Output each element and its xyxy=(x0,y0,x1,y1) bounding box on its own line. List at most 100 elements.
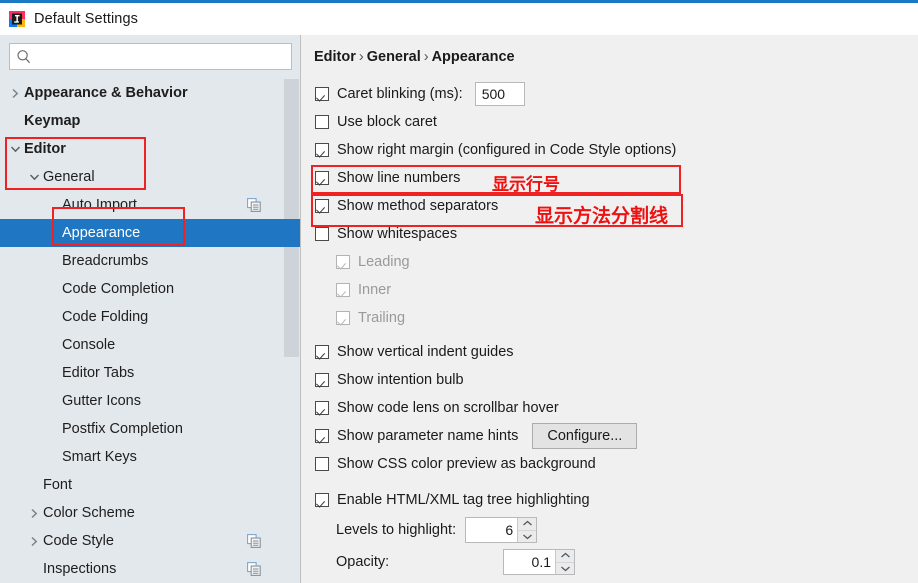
breadcrumb-part: Appearance xyxy=(431,49,515,65)
sidebar-item-label: General xyxy=(43,169,95,185)
sidebar-item-label: Auto Import xyxy=(62,197,137,213)
sidebar-item-label: Appearance xyxy=(62,225,141,241)
sidebar-item-appearance[interactable]: Appearance xyxy=(0,219,300,247)
checkbox-show-right-margin-configured-in-code-style-options[interactable] xyxy=(315,143,329,157)
sidebar-item-console[interactable]: Console xyxy=(0,331,283,359)
checkbox-caret-blinking-ms[interactable] xyxy=(315,87,329,101)
sidebar-item-label: Console xyxy=(62,337,116,353)
chevron-right-icon[interactable] xyxy=(25,527,43,555)
levels-to-highlight-input[interactable] xyxy=(466,518,518,542)
chevron-right-icon[interactable] xyxy=(6,79,24,107)
option-row-show-line-numbers[interactable]: Show line numbers xyxy=(302,164,918,192)
sidebar-item-editor-tabs[interactable]: Editor Tabs xyxy=(0,359,283,387)
levels-to-highlight-spinner[interactable] xyxy=(465,517,538,543)
sidebar-item-label: Font xyxy=(43,477,73,493)
sidebar-item-code-folding[interactable]: Code Folding xyxy=(0,303,283,331)
sidebar-item-inspections[interactable]: Inspections xyxy=(0,555,283,583)
sidebar-item-general[interactable]: General xyxy=(0,163,283,191)
option-label: Trailing xyxy=(358,310,406,326)
option-row-caret-blinking-ms[interactable]: Caret blinking (ms): xyxy=(302,80,918,108)
checkbox-inner xyxy=(336,283,350,297)
option-row-use-block-caret[interactable]: Use block caret xyxy=(302,108,918,136)
option-row-show-css-color-preview-as-background[interactable]: Show CSS color preview as background xyxy=(302,450,918,478)
opacity-row: Opacity: xyxy=(302,546,918,578)
chevron-up-icon[interactable] xyxy=(518,518,537,531)
checkbox-leading xyxy=(336,255,350,269)
title-bar: Default Settings xyxy=(0,0,918,35)
chevron-down-icon[interactable] xyxy=(518,530,537,542)
levels-to-highlight-label: Levels to highlight: xyxy=(336,522,457,538)
search-box[interactable] xyxy=(9,43,292,70)
sidebar-item-gutter-icons[interactable]: Gutter Icons xyxy=(0,387,283,415)
sidebar-item-code-style[interactable]: Code Style xyxy=(0,527,283,555)
breadcrumb-separator: › xyxy=(358,49,364,65)
sidebar-item-smart-keys[interactable]: Smart Keys xyxy=(0,443,283,471)
option-label: Show whitespaces xyxy=(337,226,458,242)
option-row-inner: Inner xyxy=(302,276,918,304)
search-icon xyxy=(15,48,33,66)
option-label: Show right margin (configured in Code St… xyxy=(337,142,677,158)
sidebar-item-label: Code Completion xyxy=(62,281,175,297)
option-row-leading: Leading xyxy=(302,248,918,276)
sidebar-item-label: Editor Tabs xyxy=(62,365,135,381)
checkbox-use-block-caret[interactable] xyxy=(315,115,329,129)
checkbox-show-line-numbers[interactable] xyxy=(315,171,329,185)
caret-blinking-input[interactable] xyxy=(474,82,525,106)
option-row-show-code-lens-on-scrollbar-hover[interactable]: Show code lens on scrollbar hover xyxy=(302,394,918,422)
window-title: Default Settings xyxy=(34,11,138,27)
option-row-show-intention-bulb[interactable]: Show intention bulb xyxy=(302,366,918,394)
option-label: Show line numbers xyxy=(337,170,461,186)
sidebar-item-label: Code Style xyxy=(43,533,114,549)
chevron-right-icon[interactable] xyxy=(25,499,43,527)
sidebar-item-color-scheme[interactable]: Color Scheme xyxy=(0,499,283,527)
search-input[interactable] xyxy=(36,49,281,64)
option-row-show-right-margin-configured-in-code-style-options[interactable]: Show right margin (configured in Code St… xyxy=(302,136,918,164)
chevron-down-icon[interactable] xyxy=(6,135,24,163)
option-label: Show intention bulb xyxy=(337,372,464,388)
sidebar-item-code-completion[interactable]: Code Completion xyxy=(0,275,283,303)
sidebar-item-editor[interactable]: Editor xyxy=(0,135,283,163)
sidebar-scrollbar-thumb[interactable] xyxy=(284,79,299,357)
option-label: Caret blinking (ms): xyxy=(337,86,463,102)
opacity-spinner[interactable] xyxy=(503,549,575,575)
checkbox-trailing xyxy=(336,311,350,325)
sidebar-item-font[interactable]: Font xyxy=(0,471,283,499)
sidebar-item-label: Editor xyxy=(24,141,66,157)
breadcrumb-part: Editor xyxy=(314,49,356,65)
sidebar-item-label: Appearance & Behavior xyxy=(24,85,188,101)
options-list: Caret blinking (ms): Use block caret Show … xyxy=(302,80,918,478)
chevron-down-icon[interactable] xyxy=(25,163,43,191)
spinner-buttons xyxy=(555,550,574,574)
sidebar-item-breadcrumbs[interactable]: Breadcrumbs xyxy=(0,247,283,275)
checkbox-show-whitespaces[interactable] xyxy=(315,227,329,241)
option-row-enable-html-xml[interactable]: Enable HTML/XML tag tree highlighting xyxy=(302,486,918,514)
checkbox-enable-html-xml[interactable] xyxy=(315,493,329,507)
sidebar-item-label: Color Scheme xyxy=(43,505,135,521)
checkbox-show-code-lens-on-scrollbar-hover[interactable] xyxy=(315,401,329,415)
copy-settings-icon[interactable] xyxy=(247,562,261,576)
chevron-up-icon[interactable] xyxy=(556,550,574,563)
checkbox-show-css-color-preview-as-background[interactable] xyxy=(315,457,329,471)
copy-settings-icon[interactable] xyxy=(247,198,261,212)
opacity-input[interactable] xyxy=(504,550,555,574)
option-row-show-parameter-name-hints[interactable]: Show parameter name hints Configure... xyxy=(302,422,918,450)
option-label: Use block caret xyxy=(337,114,437,130)
configure-button[interactable]: Configure... xyxy=(532,423,638,449)
sidebar-item-label: Inspections xyxy=(43,561,117,577)
checkbox-show-parameter-name-hints[interactable] xyxy=(315,429,329,443)
sidebar-item-postfix-completion[interactable]: Postfix Completion xyxy=(0,415,283,443)
copy-settings-icon[interactable] xyxy=(247,534,261,548)
option-row-show-vertical-indent-guides[interactable]: Show vertical indent guides xyxy=(302,338,918,366)
sidebar-item-keymap[interactable]: Keymap xyxy=(0,107,283,135)
sidebar-item-label: Keymap xyxy=(24,113,81,129)
checkbox-show-method-separators[interactable] xyxy=(315,199,329,213)
checkbox-show-intention-bulb[interactable] xyxy=(315,373,329,387)
checkbox-show-vertical-indent-guides[interactable] xyxy=(315,345,329,359)
chevron-down-icon[interactable] xyxy=(556,562,574,574)
sidebar-item-auto-import[interactable]: Auto Import xyxy=(0,191,283,219)
annotation-show-method-separators: 显示方法分割线 xyxy=(535,205,669,227)
spinner-buttons xyxy=(517,518,537,542)
settings-tree: Appearance & Behavior Keymap Editor General… xyxy=(0,79,300,583)
option-label: Inner xyxy=(358,282,392,298)
sidebar-item-appearance-behavior[interactable]: Appearance & Behavior xyxy=(0,79,283,107)
